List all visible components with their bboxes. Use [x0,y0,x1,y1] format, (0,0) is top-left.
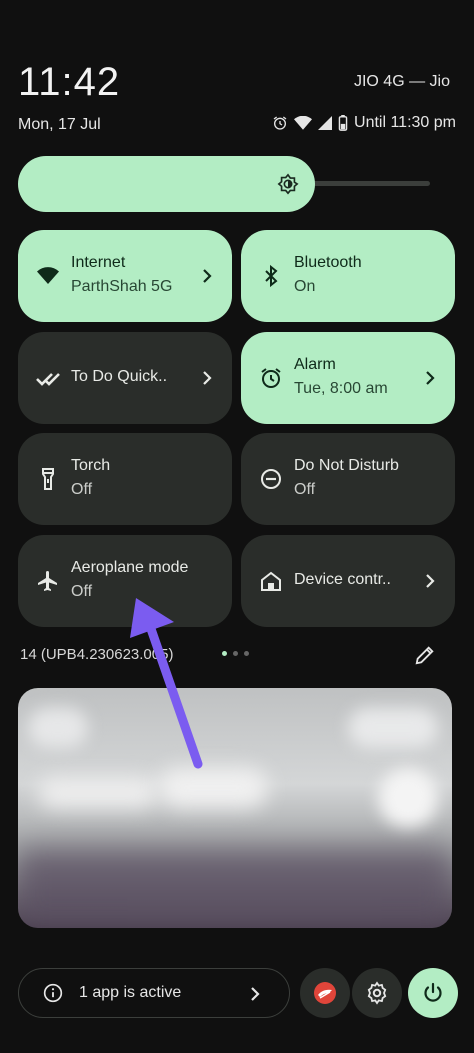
gear-icon [367,981,387,1005]
power-icon [424,982,442,1002]
tile-title: Torch [71,457,111,474]
page-dot [222,651,227,656]
battery-until-label: Until 11:30 pm [354,114,456,131]
battery-icon [338,115,348,131]
tile-device-controls[interactable]: Device contr.. [241,535,455,627]
tile-title: Alarm [294,356,336,373]
page-indicator [222,651,249,656]
tile-title: Do Not Disturb [294,457,399,474]
alarm-icon [261,368,281,388]
signal-icon [318,116,333,130]
tile-alarm[interactable]: Alarm Tue, 8:00 am [241,332,455,424]
tile-subtitle: On [294,278,316,295]
status-icons: Until 11:30 pm [272,114,456,132]
tile-torch[interactable]: Torch Off [18,433,232,525]
chevron-right-icon[interactable] [423,571,437,591]
double-check-icon [36,373,60,386]
tile-title: Device contr.. [294,571,391,588]
info-icon [43,983,63,1003]
tile-title: Aeroplane mode [71,559,189,576]
carrier-label: JIO 4G — Jio [353,73,450,90]
tile-title: To Do Quick.. [71,368,168,385]
edit-pencil-icon[interactable] [414,644,436,666]
settings-button[interactable] [352,968,402,1018]
power-button[interactable] [408,968,458,1018]
chevron-right-icon[interactable] [423,368,437,388]
tile-subtitle: Tue, 8:00 am [294,380,388,397]
media-player-blurred[interactable] [18,688,452,928]
do-not-disturb-icon [261,469,281,489]
annotation-arrow [130,598,203,769]
wifi-icon [294,116,313,130]
page-dot [233,651,238,656]
chevron-right-icon[interactable] [200,368,214,388]
chevron-right-icon[interactable] [200,266,214,286]
tile-subtitle: Off [294,481,316,498]
tile-title: Internet [71,254,126,271]
home-icon [261,571,281,591]
brightness-fill[interactable] [18,156,315,212]
tile-title: Bluetooth [294,254,362,271]
tile-subtitle: ParthShah 5G [71,278,173,295]
airplane-icon [38,571,57,591]
chevron-right-icon [251,987,260,1001]
bluetooth-icon [265,264,278,288]
user-avatar-button[interactable] [300,968,350,1018]
alarm-icon [273,116,287,130]
tile-todo-quick[interactable]: To Do Quick.. [18,332,232,424]
tile-bluetooth[interactable]: Bluetooth On [241,230,455,322]
flashlight-icon [42,468,54,490]
brightness-slider[interactable] [18,156,430,212]
tile-do-not-disturb[interactable]: Do Not Disturb Off [241,433,455,525]
active-apps-button[interactable]: 1 app is active [18,968,290,1018]
page-dot [244,651,249,656]
tile-subtitle: Off [71,481,93,498]
date-label: Mon, 17 Jul [18,116,101,133]
avatar [314,982,336,1004]
brightness-icon [277,173,299,195]
wifi-icon [37,267,59,284]
tile-internet[interactable]: Internet ParthShah 5G [18,230,232,322]
active-apps-label: 1 app is active [79,984,182,1001]
clock-time: 11:42 [18,60,121,104]
